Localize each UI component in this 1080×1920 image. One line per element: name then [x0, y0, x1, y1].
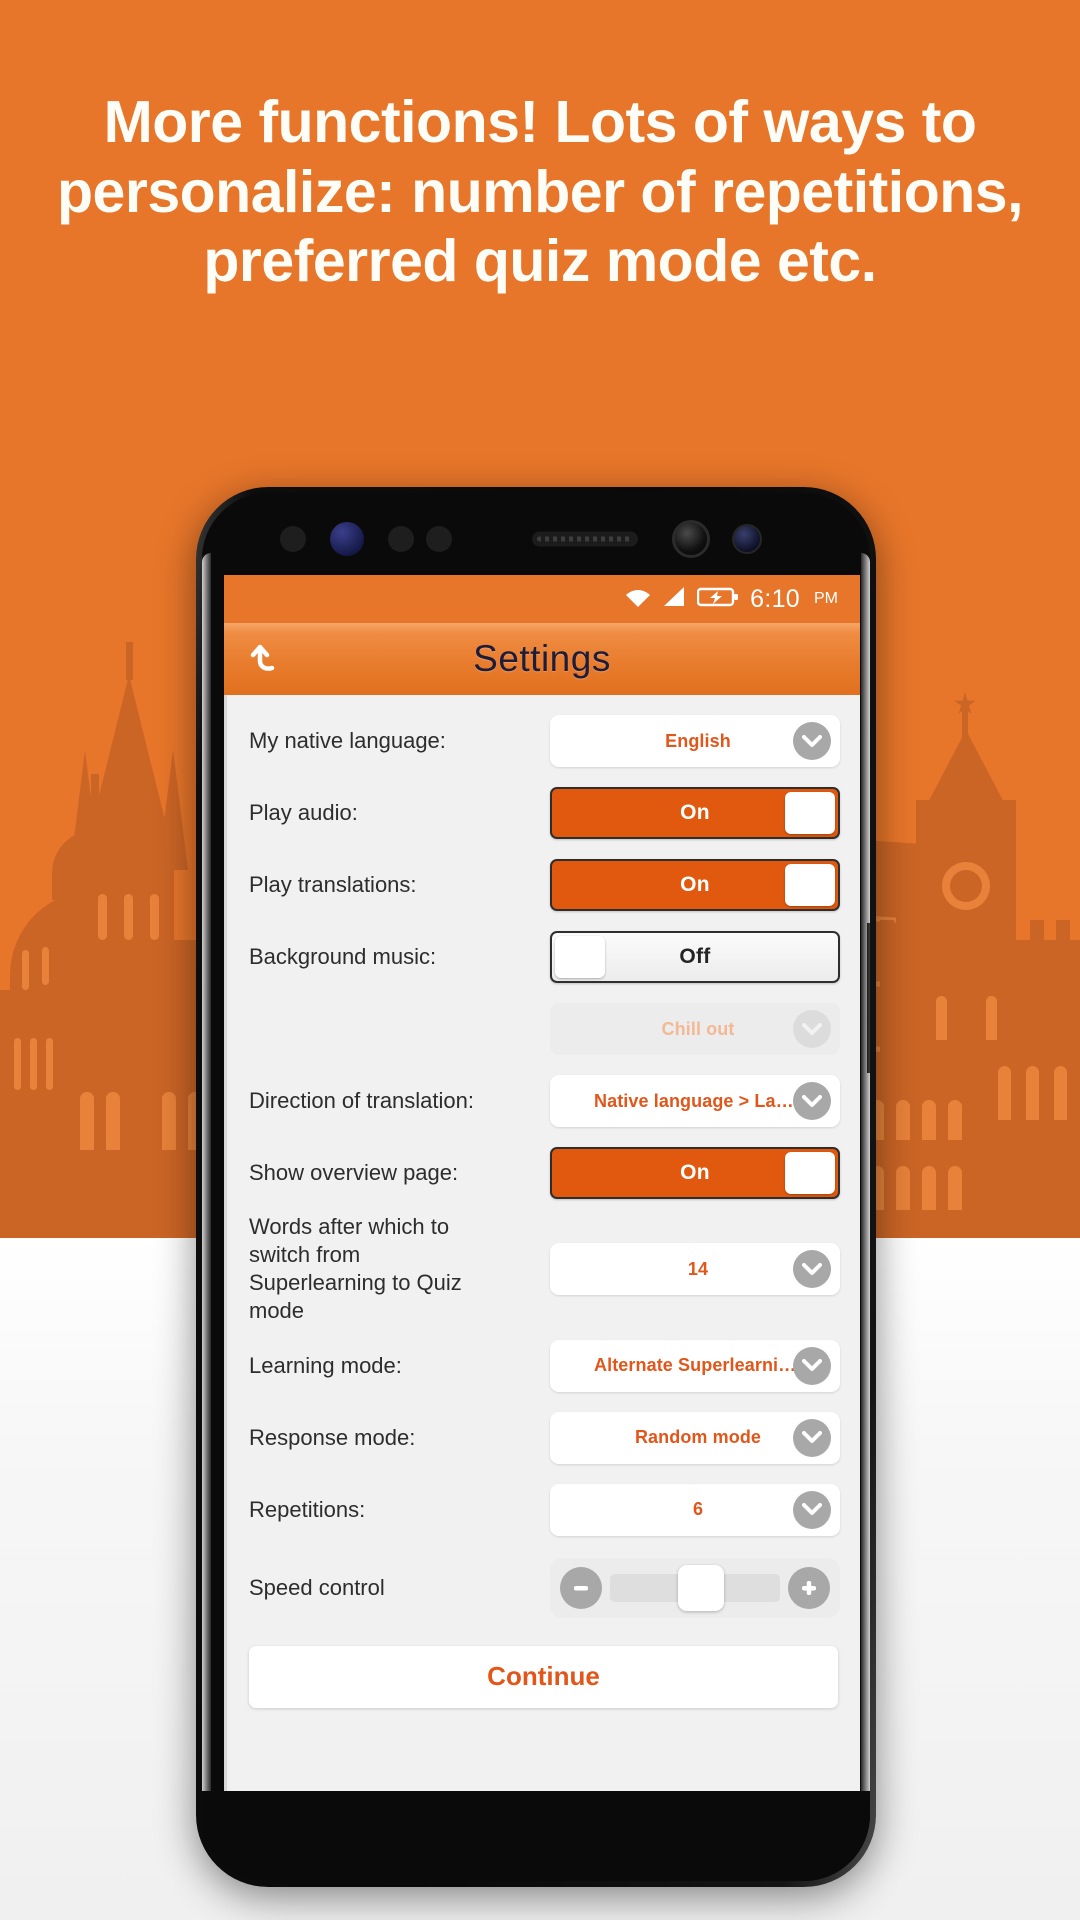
chevron-down-icon: [793, 722, 831, 760]
setting-label: Background music:: [249, 943, 437, 969]
direction-of-translation-dropdown[interactable]: Native language > Language ...: [550, 1075, 840, 1127]
dropdown-value: Random mode: [634, 1427, 762, 1448]
status-time: 6:10: [750, 584, 800, 613]
status-bar: 6:10 PM: [224, 575, 860, 623]
setting-label: My native language:: [249, 727, 446, 753]
setting-row-words-switch-threshold[interactable]: Words after which to switch from Superle…: [227, 1209, 860, 1330]
phone-bottom-bezel: [202, 1791, 870, 1881]
setting-label: Repetitions:: [249, 1496, 366, 1522]
signal-icon: [662, 586, 686, 613]
light-sensor-icon: [388, 526, 414, 552]
dropdown-value: Native language > Language ...: [594, 1090, 802, 1111]
dropdown-value: 14: [687, 1258, 709, 1279]
toggle-state-label: On: [680, 801, 710, 824]
chevron-down-icon: [793, 1010, 831, 1048]
phone-body: 6:10 PM Settings My native language: Eng…: [202, 493, 870, 1881]
setting-row-music-track: Chill out: [227, 993, 860, 1065]
setting-label: Speed control: [249, 1574, 385, 1600]
status-meridiem: PM: [814, 590, 838, 607]
response-mode-dropdown[interactable]: Random mode: [550, 1411, 840, 1464]
continue-button[interactable]: Continue: [249, 1645, 838, 1708]
dropdown-value: Chill out: [661, 1018, 735, 1039]
setting-row-learning-mode[interactable]: Learning mode: Alternate Superlearning a…: [227, 1330, 860, 1402]
phone-sensor-strip: [202, 515, 870, 563]
show-overview-page-toggle[interactable]: On: [550, 1147, 840, 1199]
setting-label: Show overview page:: [249, 1159, 459, 1185]
chevron-down-icon: [793, 1346, 831, 1385]
plus-icon[interactable]: [788, 1566, 830, 1609]
proximity-sensor-icon: [280, 526, 306, 552]
led-indicator-icon: [426, 526, 452, 552]
setting-row-play-audio[interactable]: Play audio: On: [227, 777, 860, 849]
setting-row-repetitions[interactable]: Repetitions: 6: [227, 1474, 860, 1546]
toggle-knob: [785, 1152, 835, 1194]
earpiece-speaker: [532, 531, 638, 547]
setting-row-speed-control[interactable]: Speed control: [227, 1546, 860, 1630]
repetitions-dropdown[interactable]: 6: [550, 1483, 840, 1536]
setting-label: Direction of translation:: [249, 1087, 474, 1113]
native-language-dropdown[interactable]: English: [550, 715, 840, 767]
minus-icon[interactable]: [560, 1566, 602, 1609]
iris-scanner-icon: [330, 522, 364, 556]
toggle-knob: [785, 792, 835, 834]
chevron-down-icon: [793, 1490, 831, 1529]
setting-row-direction-of-translation[interactable]: Direction of translation: Native languag…: [227, 1065, 860, 1137]
back-arrow-icon[interactable]: [242, 633, 294, 685]
setting-row-play-translations[interactable]: Play translations: On: [227, 849, 860, 921]
phone-edge-left: [202, 553, 211, 1821]
setting-row-show-overview-page[interactable]: Show overview page: On: [227, 1137, 860, 1209]
front-camera-icon: [672, 520, 710, 558]
speed-slider-track[interactable]: [610, 1564, 780, 1611]
dropdown-value: English: [665, 730, 731, 751]
toggle-knob: [555, 936, 605, 978]
background-music-toggle[interactable]: Off: [550, 931, 840, 983]
speed-control[interactable]: [550, 1557, 840, 1618]
app-bar: Settings: [224, 623, 860, 695]
setting-label: Words after which to switch from Superle…: [249, 1214, 462, 1324]
chevron-down-icon: [793, 1082, 831, 1120]
toggle-knob: [785, 864, 835, 906]
continue-button-container: Continue: [227, 1630, 860, 1708]
setting-row-background-music[interactable]: Background music: Off: [227, 921, 860, 993]
phone-mockup: 6:10 PM Settings My native language: Eng…: [196, 487, 876, 1887]
setting-label: Play translations:: [249, 871, 417, 897]
words-switch-threshold-dropdown[interactable]: 14: [550, 1243, 840, 1296]
settings-list[interactable]: My native language: English Play audio:: [224, 695, 860, 1791]
dropdown-value: 6: [692, 1499, 704, 1520]
setting-label: Learning mode:: [249, 1352, 402, 1378]
setting-row-native-language[interactable]: My native language: English: [227, 705, 860, 777]
setting-label: Play audio:: [249, 799, 358, 825]
setting-label: Response mode:: [249, 1424, 416, 1450]
chevron-down-icon: [793, 1418, 831, 1457]
learning-mode-dropdown[interactable]: Alternate Superlearning and ...: [550, 1339, 840, 1392]
phone-edge-right: [861, 553, 870, 1821]
secondary-camera-icon: [732, 524, 762, 554]
phone-screen: 6:10 PM Settings My native language: Eng…: [224, 575, 860, 1791]
toggle-state-label: Off: [679, 945, 711, 968]
music-track-dropdown: Chill out: [550, 1003, 840, 1055]
power-button[interactable]: [867, 923, 870, 1073]
setting-row-response-mode[interactable]: Response mode: Random mode: [227, 1402, 860, 1474]
dropdown-value: Alternate Superlearning and ...: [594, 1355, 802, 1376]
toggle-state-label: On: [680, 1161, 710, 1184]
wifi-icon: [625, 586, 651, 613]
toggle-state-label: On: [680, 873, 710, 896]
chevron-down-icon: [793, 1250, 831, 1289]
page-title: Settings: [473, 638, 611, 679]
battery-charging-icon: [696, 586, 739, 613]
promo-headline: More functions! Lots of ways to personal…: [57, 89, 1023, 295]
play-translations-toggle[interactable]: On: [550, 859, 840, 911]
speed-slider-thumb[interactable]: [678, 1564, 724, 1611]
play-audio-toggle[interactable]: On: [550, 787, 840, 839]
